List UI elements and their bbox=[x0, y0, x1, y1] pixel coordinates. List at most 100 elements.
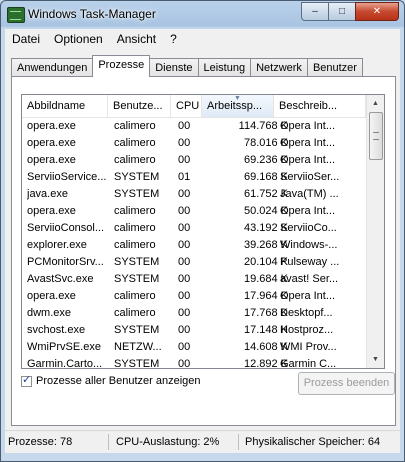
process-row[interactable]: opera.exe calimero 00 69.236 K Opera Int... bbox=[22, 152, 366, 169]
scroll-thumb[interactable] bbox=[369, 112, 383, 160]
process-row[interactable]: ServiioService... SYSTEM 01 69.168 K Serviio… bbox=[22, 169, 366, 186]
process-cpu: 00 bbox=[178, 341, 191, 353]
title-bar[interactable]: Windows Task-Manager – □ ✕ bbox=[1, 1, 404, 28]
process-description: Java(TM) ... bbox=[280, 188, 339, 200]
process-list[interactable]: Abbildname Benutze... CPU ▼ Arbeitssp...… bbox=[21, 94, 385, 369]
process-name: opera.exe bbox=[27, 205, 76, 217]
process-cpu: 00 bbox=[178, 222, 191, 234]
process-memory: 12.892 K bbox=[243, 358, 288, 369]
process-cpu: 00 bbox=[178, 137, 191, 149]
show-all-users-option[interactable]: Prozesse aller Benutzer anzeigen bbox=[21, 373, 200, 387]
process-cpu: 00 bbox=[178, 256, 191, 268]
minimize-button[interactable]: – bbox=[301, 2, 329, 21]
vertical-scrollbar[interactable]: ▲ ▼ bbox=[366, 95, 384, 368]
scroll-down-icon[interactable]: ▼ bbox=[367, 351, 384, 368]
process-memory: 69.168 K bbox=[243, 171, 288, 183]
process-user: SYSTEM bbox=[114, 171, 160, 183]
process-memory: 114.768 K bbox=[238, 120, 288, 132]
process-cpu: 00 bbox=[178, 324, 191, 336]
sort-descending-icon: ▼ bbox=[234, 95, 241, 102]
process-description: Desktopf... bbox=[280, 307, 333, 319]
process-user: SYSTEM bbox=[114, 358, 160, 369]
process-description: Opera Int... bbox=[280, 120, 336, 132]
process-cpu: 00 bbox=[178, 307, 191, 319]
show-all-users-checkbox[interactable] bbox=[21, 373, 32, 387]
menu-help[interactable]: ? bbox=[163, 32, 184, 46]
process-cpu: 00 bbox=[178, 120, 191, 132]
process-row[interactable]: AvastSvc.exe SYSTEM 00 19.684 Kavast! Ser..… bbox=[22, 271, 366, 288]
process-row[interactable]: PCMonitorSrv... SYSTEM 00 20.104 K Pulseway … bbox=[22, 254, 366, 271]
process-name: java.exe bbox=[27, 188, 68, 200]
close-button[interactable]: ✕ bbox=[355, 2, 399, 21]
process-row[interactable]: ServiioConsol... calimero 00 43.192 K Servii… bbox=[22, 220, 366, 237]
process-memory: 17.148 K bbox=[243, 324, 288, 336]
maximize-button[interactable]: □ bbox=[328, 2, 356, 21]
process-cpu: 00 bbox=[178, 188, 191, 200]
process-memory: 78.016 K bbox=[243, 137, 288, 149]
column-header-cpu[interactable]: CPU bbox=[171, 95, 202, 117]
process-row[interactable]: Garmin.Carto... SYSTEM 00 12.892 K Garmin C.… bbox=[22, 356, 366, 369]
process-memory: 61.752 K bbox=[243, 188, 288, 200]
process-name: explorer.exe bbox=[27, 239, 87, 251]
process-name: ServiioService... bbox=[27, 171, 107, 183]
process-row[interactable]: opera.exe calimero 00 78.016 K Opera Int... bbox=[22, 135, 366, 152]
process-row[interactable]: WmiPrvSE.exe NETZW... 00 14.608 K WMI Prov..… bbox=[22, 339, 366, 356]
process-user: SYSTEM bbox=[114, 256, 160, 268]
tab-netzwerk[interactable]: Netzwerk bbox=[250, 58, 308, 77]
process-name: WmiPrvSE.exe bbox=[27, 341, 101, 353]
tab-anwendungen[interactable]: Anwendungen bbox=[11, 58, 94, 77]
column-header-description[interactable]: Beschreib... bbox=[274, 95, 366, 117]
process-user: calimero bbox=[114, 205, 156, 217]
process-name: opera.exe bbox=[27, 154, 76, 166]
status-process-count: Prozesse: 78 bbox=[5, 434, 109, 450]
end-process-button[interactable]: Prozess beenden bbox=[298, 372, 395, 395]
tab-prozesse[interactable]: Prozesse bbox=[92, 55, 151, 77]
window-title: Windows Task-Manager bbox=[28, 7, 156, 21]
process-row[interactable]: opera.exe calimero 00 114.768 K Opera Int... bbox=[22, 118, 366, 135]
process-memory: 17.964 K bbox=[243, 290, 288, 302]
column-header-name[interactable]: Abbildname bbox=[22, 95, 108, 117]
process-user: calimero bbox=[114, 239, 156, 251]
process-memory: 17.768 K bbox=[243, 307, 288, 319]
processes-panel: Abbildname Benutze... CPU ▼ Arbeitssp...… bbox=[11, 76, 396, 426]
tab-strip: Anwendungen Prozesse Dienste Leistung Ne… bbox=[11, 55, 363, 77]
process-row[interactable]: explorer.exe calimero 00 39.268 K Windows-..… bbox=[22, 237, 366, 254]
menu-ansicht[interactable]: Ansicht bbox=[110, 32, 163, 46]
status-cpu-usage: CPU-Auslastung: 2% bbox=[113, 434, 239, 450]
process-user: calimero bbox=[114, 154, 156, 166]
process-cpu: 00 bbox=[178, 273, 191, 285]
process-row[interactable]: svchost.exe SYSTEM 00 17.148 K Hostproz... bbox=[22, 322, 366, 339]
process-user: SYSTEM bbox=[114, 188, 160, 200]
scroll-up-icon[interactable]: ▲ bbox=[367, 95, 384, 112]
tab-leistung[interactable]: Leistung bbox=[197, 58, 252, 77]
process-memory: 43.192 K bbox=[243, 222, 288, 234]
process-description: Pulseway ... bbox=[280, 256, 340, 268]
process-description: Hostproz... bbox=[280, 324, 334, 336]
menu-optionen[interactable]: Optionen bbox=[47, 32, 110, 46]
process-memory: 69.236 K bbox=[243, 154, 288, 166]
process-row[interactable]: opera.exe calimero 00 17.964 K Opera Int... bbox=[22, 288, 366, 305]
menu-datei[interactable]: Datei bbox=[5, 32, 47, 46]
process-user: calimero bbox=[114, 222, 156, 234]
task-manager-window: Windows Task-Manager – □ ✕ Datei Optione… bbox=[0, 0, 405, 462]
process-description: Windows-... bbox=[280, 239, 338, 251]
column-header-memory[interactable]: ▼ Arbeitssp... bbox=[202, 95, 274, 117]
process-name: AvastSvc.exe bbox=[27, 273, 94, 285]
process-cpu: 00 bbox=[178, 239, 191, 251]
process-row[interactable]: java.exe SYSTEM 00 61.752 K Java(TM) ... bbox=[22, 186, 366, 203]
process-row[interactable]: opera.exe calimero 00 50.024 K Opera Int... bbox=[22, 203, 366, 220]
tab-dienste[interactable]: Dienste bbox=[149, 58, 199, 77]
task-manager-icon bbox=[7, 7, 25, 23]
process-description: Opera Int... bbox=[280, 154, 336, 166]
process-name: Garmin.Carto... bbox=[27, 358, 103, 369]
process-cpu: 01 bbox=[178, 171, 191, 183]
column-header-user[interactable]: Benutze... bbox=[108, 95, 171, 117]
process-row[interactable]: dwm.exe calimero 00 17.768 K Desktopf... bbox=[22, 305, 366, 322]
process-name: opera.exe bbox=[27, 290, 76, 302]
tab-benutzer[interactable]: Benutzer bbox=[306, 58, 363, 77]
process-memory: 50.024 K bbox=[243, 205, 288, 217]
process-cpu: 00 bbox=[178, 154, 191, 166]
status-physical-memory: Physikalischer Speicher: 64 bbox=[245, 436, 381, 448]
client-area: Anwendungen Prozesse Dienste Leistung Ne… bbox=[5, 49, 400, 430]
process-description: Opera Int... bbox=[280, 290, 336, 302]
